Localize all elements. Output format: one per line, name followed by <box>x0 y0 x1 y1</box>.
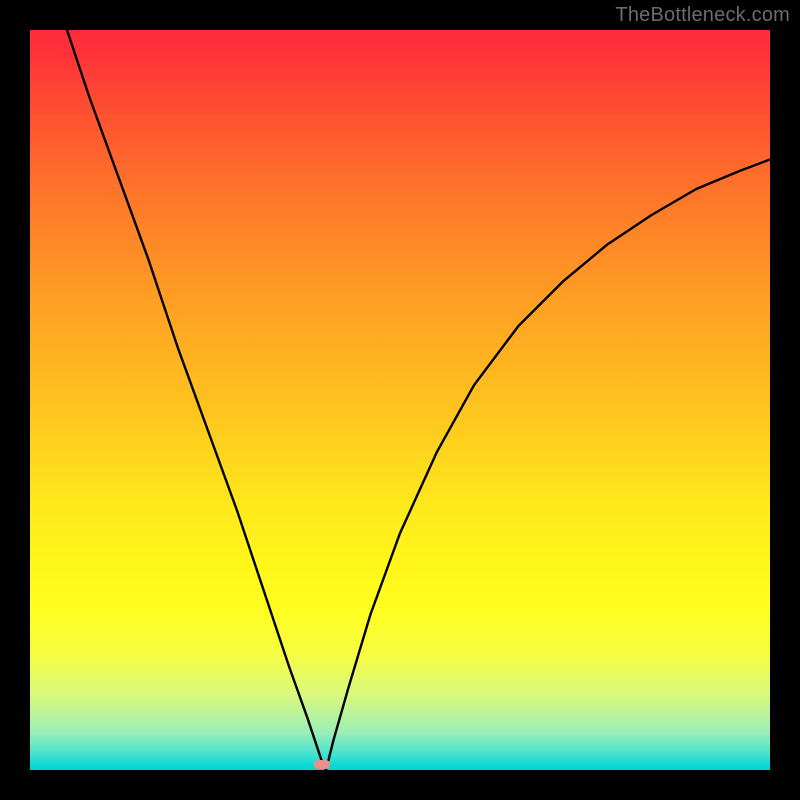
optimal-marker <box>314 760 330 769</box>
watermark-text: TheBottleneck.com <box>615 4 790 27</box>
chart-frame: TheBottleneck.com <box>0 0 800 800</box>
gradient-background <box>30 30 770 770</box>
plot-area <box>30 30 770 770</box>
